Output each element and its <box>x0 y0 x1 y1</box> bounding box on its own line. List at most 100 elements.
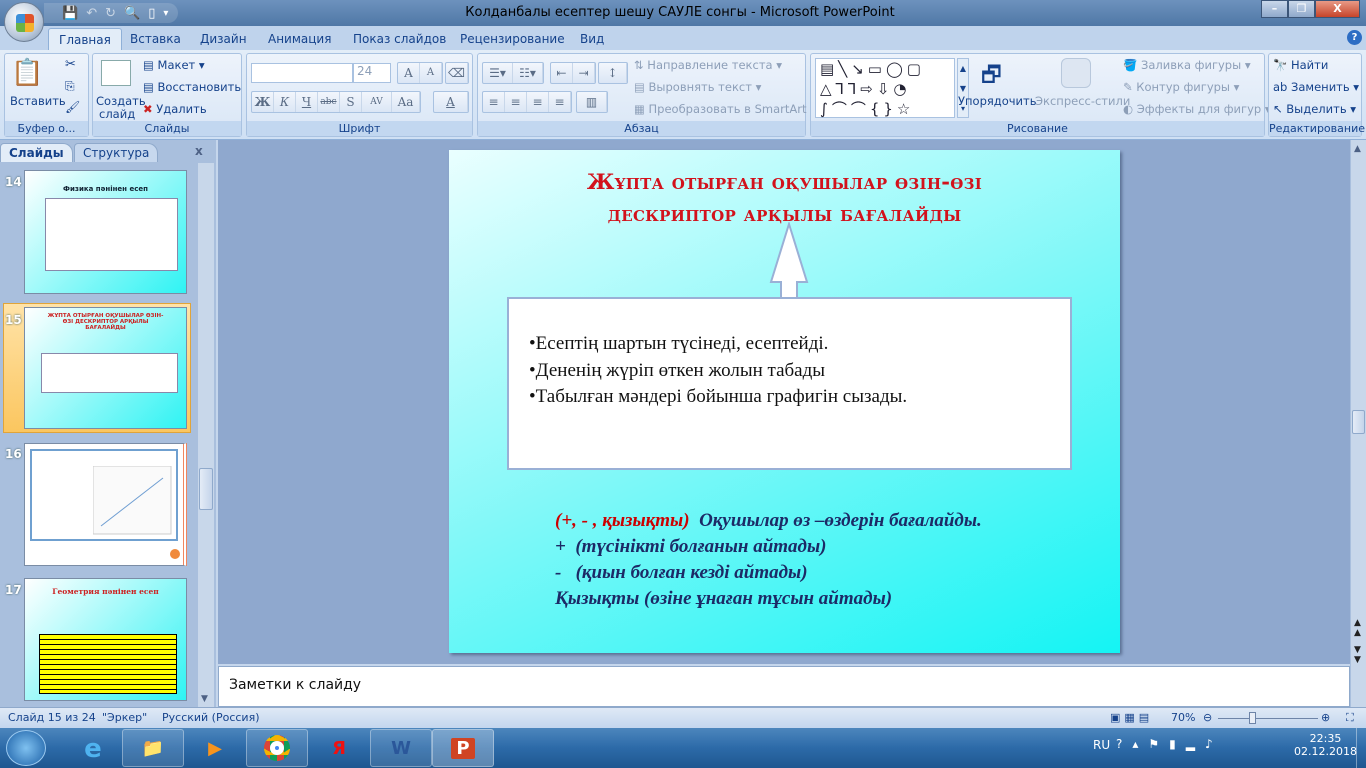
file-explorer-icon[interactable]: 📁 <box>122 729 184 767</box>
assessment-text[interactable]: (+, - , қызықты) Оқушылар өз –өздерін ба… <box>555 508 982 612</box>
shape-fill-button[interactable]: Заливка фигуры <box>1141 58 1241 72</box>
change-case-button[interactable]: Aa <box>392 92 420 112</box>
slide-canvas[interactable]: Жұпта отырған оқушылар өзін-өзі дескрипт… <box>449 150 1120 653</box>
theme-name[interactable]: "Эркер" <box>102 711 147 724</box>
internet-explorer-icon[interactable]: e <box>62 730 124 768</box>
slide-thumbnail-16[interactable] <box>24 443 187 566</box>
prev-slide-icon[interactable]: ▲ ▲ <box>1354 618 1361 638</box>
select-button[interactable]: Выделить <box>1286 102 1346 116</box>
slide-thumbnail-17[interactable]: Геометрия пәнінен есеп <box>24 578 187 701</box>
slide-scrollbar[interactable]: ▲ ▲ ▲ ▼ ▼ <box>1350 140 1366 708</box>
slide-thumbnail-15[interactable]: ЖҰПТА ОТЫРҒАН ОҚУШЫЛАР ӨЗІН-ӨЗІ ДЕСКРИПТ… <box>24 307 187 429</box>
zoom-level[interactable]: 70% <box>1171 711 1195 724</box>
columns-button[interactable]: ▥ <box>577 92 607 112</box>
justify-button[interactable]: ≡ <box>549 92 571 112</box>
office-button[interactable] <box>4 2 44 42</box>
customize-icon[interactable]: ▾ <box>163 8 168 19</box>
minimize-button[interactable]: – <box>1261 0 1288 18</box>
convert-smartart-button[interactable]: Преобразовать в SmartArt <box>649 102 807 116</box>
yandex-browser-icon[interactable]: Я <box>308 729 370 767</box>
delete-button[interactable]: Удалить <box>156 102 206 116</box>
scroll-thumb[interactable] <box>1352 410 1365 434</box>
grow-font-button[interactable]: A <box>398 63 420 83</box>
shrink-font-button[interactable]: A <box>420 63 442 83</box>
tray-icons[interactable]: ?▴⚑▮▂♪ <box>1116 737 1223 751</box>
bold-button[interactable]: Ж <box>252 92 274 112</box>
language-bar[interactable]: RU <box>1093 738 1110 752</box>
clear-format-icon[interactable]: ⌫ <box>446 63 468 83</box>
tab-animation[interactable]: Анимация <box>258 28 341 50</box>
font-color-button[interactable]: A <box>434 92 468 112</box>
font-name-select[interactable] <box>251 63 353 83</box>
tab-slideshow[interactable]: Показ слайдов <box>343 28 456 50</box>
text-direction-button[interactable]: Направление текста <box>647 58 772 72</box>
tab-review[interactable]: Рецензирование <box>450 28 575 50</box>
tab-view[interactable]: Вид <box>570 28 614 50</box>
find-button[interactable]: Найти <box>1291 58 1328 72</box>
shape-effects-button[interactable]: Эффекты для фигур <box>1137 102 1261 116</box>
new-slide-button[interactable]: Создать <box>96 94 146 108</box>
restore-button[interactable]: ❐ <box>1288 0 1315 18</box>
language-indicator[interactable]: Русский (Россия) <box>162 711 260 724</box>
slides-pane-scrollbar[interactable]: ▼ <box>197 163 214 708</box>
char-spacing-button[interactable]: AV <box>362 92 392 112</box>
paste-button[interactable]: Вставить <box>10 94 66 108</box>
tab-insert[interactable]: Вставка <box>120 28 191 50</box>
zoom-out-icon[interactable]: ⊖ <box>1203 711 1212 724</box>
view-buttons[interactable]: ▣▦▤ <box>1110 711 1153 724</box>
arrange-button[interactable]: Упорядочить <box>958 94 1037 108</box>
notes-pane[interactable]: Заметки к слайду <box>218 666 1350 707</box>
decrease-indent-button[interactable]: ⇤ <box>551 63 573 83</box>
quick-styles-button[interactable]: Экспресс-стили <box>1035 94 1130 108</box>
shape-outline-button[interactable]: Контур фигуры <box>1136 80 1230 94</box>
zoom-slider[interactable] <box>1218 718 1318 719</box>
paste-icon[interactable]: 📋 <box>11 58 43 88</box>
close-pane-icon[interactable]: x <box>195 144 203 158</box>
word-icon[interactable]: W <box>370 729 432 767</box>
copy-icon[interactable]: ⎘ <box>65 79 75 94</box>
show-desktop-button[interactable] <box>1356 728 1366 768</box>
new-slide-label[interactable]: слайд <box>99 107 135 121</box>
numbering-button[interactable]: ☷▾ <box>513 63 543 83</box>
shapes-gallery-scroll[interactable]: ▲ ▼ ▾ <box>957 58 969 118</box>
strikethrough-button[interactable]: abc <box>318 92 340 112</box>
tab-design[interactable]: Дизайн <box>190 28 257 50</box>
zoom-slider-thumb[interactable] <box>1249 712 1256 724</box>
close-button[interactable]: X <box>1315 0 1360 18</box>
new-icon[interactable]: ▯ <box>148 6 155 21</box>
undo-icon[interactable]: ↶ <box>86 6 97 21</box>
next-slide-icon[interactable]: ▼ ▼ <box>1354 645 1361 665</box>
zoom-in-icon[interactable]: ⊕ <box>1321 711 1330 724</box>
align-text-button[interactable]: Выровнять текст <box>649 80 752 94</box>
underline-button[interactable]: Ч <box>296 92 318 112</box>
help-icon[interactable]: ? <box>1347 30 1362 45</box>
italic-button[interactable]: К <box>274 92 296 112</box>
tab-home[interactable]: Главная <box>48 28 122 50</box>
callout-box[interactable]: •Есептің шартын түсінеді, есептейді. •Де… <box>507 297 1072 470</box>
tab-outline[interactable]: Структура <box>74 143 159 162</box>
slide-thumbnail-14[interactable]: Физика пәнінен есеп <box>24 170 187 294</box>
font-size-select[interactable]: 24 <box>353 63 391 83</box>
align-left-button[interactable]: ≡ <box>483 92 505 112</box>
print-preview-icon[interactable]: 🔍 <box>124 6 140 21</box>
scroll-down-icon[interactable]: ▼ <box>201 694 208 704</box>
powerpoint-icon[interactable]: P <box>432 729 494 767</box>
align-center-button[interactable]: ≡ <box>505 92 527 112</box>
reset-button[interactable]: Восстановить <box>158 80 242 94</box>
shadow-button[interactable]: S <box>340 92 362 112</box>
shapes-gallery[interactable]: ▤╲↘▭◯▢ △⅂⅂⇨⇩◔ ∫⌒⌒{}☆ <box>815 58 955 118</box>
replace-button[interactable]: Заменить <box>1291 80 1350 94</box>
format-painter-icon[interactable]: 🖌 <box>65 100 80 114</box>
save-icon[interactable]: 💾 <box>62 6 78 21</box>
bullets-button[interactable]: ☰▾ <box>483 63 513 83</box>
cut-icon[interactable]: ✂ <box>65 57 76 72</box>
slide-title[interactable]: Жұпта отырған оқушылар өзін-өзі дескрипт… <box>449 166 1120 230</box>
redo-icon[interactable]: ↻ <box>105 6 116 21</box>
fit-to-window-icon[interactable]: ⛶ <box>1346 711 1354 725</box>
scroll-up-icon[interactable]: ▲ <box>1354 144 1361 154</box>
layout-button[interactable]: Макет <box>158 58 196 72</box>
increase-indent-button[interactable]: ⇥ <box>573 63 595 83</box>
tab-slides[interactable]: Слайды <box>0 143 73 162</box>
scroll-thumb[interactable] <box>199 468 213 510</box>
line-spacing-button[interactable]: ↕ <box>599 63 627 83</box>
